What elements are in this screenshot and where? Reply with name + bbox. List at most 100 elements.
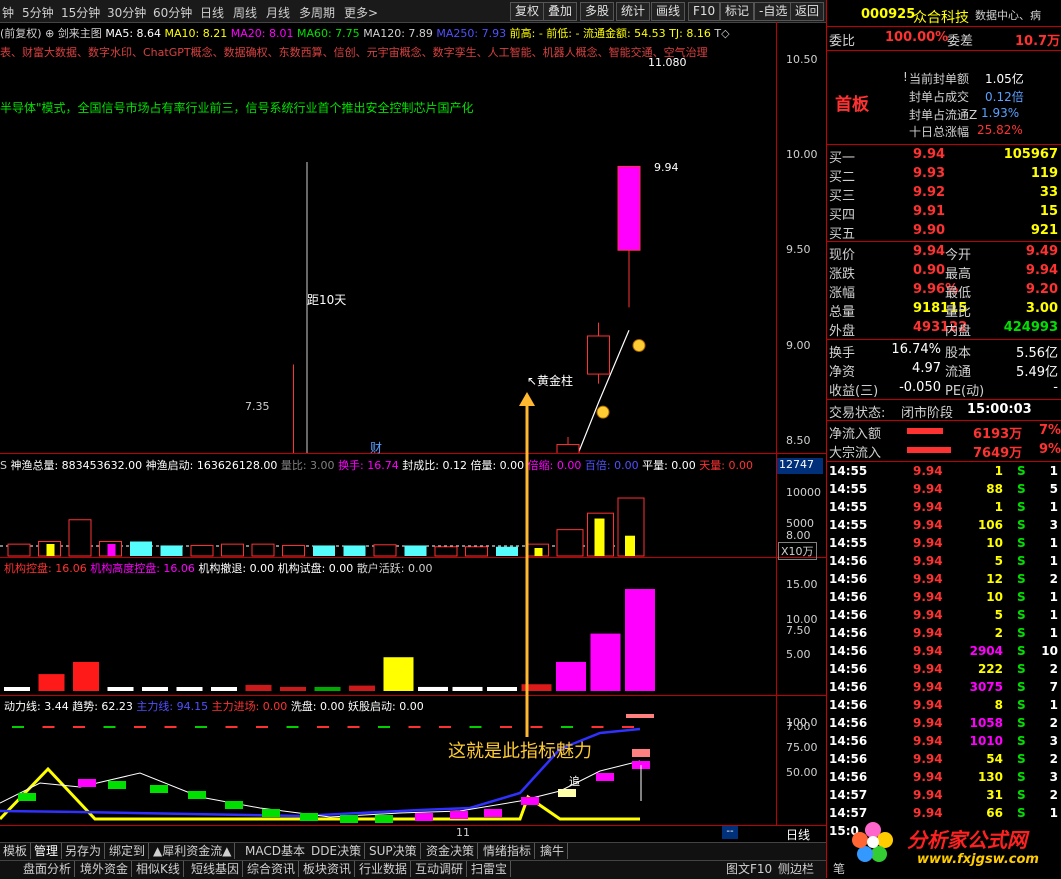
- tick-price: 9.94: [913, 662, 943, 676]
- statistics-button[interactable]: 统计: [616, 2, 651, 21]
- tab-bind[interactable]: 绑定到: [106, 843, 150, 859]
- period-30min[interactable]: 30分钟: [107, 4, 146, 21]
- quote-label: 总量: [829, 305, 856, 320]
- period-60min[interactable]: 60分钟: [153, 4, 192, 21]
- tick-time: 14:55: [829, 536, 868, 550]
- tick-volume: 1058: [969, 716, 1003, 730]
- period-indicator[interactable]: 日线: [786, 826, 810, 843]
- price-axis-label: 10.00: [786, 148, 818, 161]
- period-more[interactable]: 更多>: [344, 4, 378, 21]
- tab-f10-graphic[interactable]: 图文F10: [723, 861, 777, 877]
- period-15min[interactable]: 15分钟: [61, 4, 100, 21]
- tab-foreign-capital[interactable]: 境外资金: [77, 861, 133, 877]
- tick-row: 14:56 9.94 3075 S 7: [827, 679, 1061, 697]
- tab-money-flow[interactable]: ▲犀利资金流▲: [150, 843, 236, 859]
- tab-short-gene[interactable]: 短线基因: [188, 861, 244, 877]
- overlay-button[interactable]: 叠加: [543, 2, 578, 21]
- power-block: [225, 801, 243, 809]
- back-button[interactable]: 返回: [790, 2, 825, 21]
- period-5min[interactable]: 5分钟: [22, 4, 54, 21]
- power-block: [78, 779, 96, 787]
- pen-tool[interactable]: 笔: [833, 860, 845, 877]
- period-1min[interactable]: 钟: [2, 4, 14, 21]
- tick-price: 9.94: [913, 482, 943, 496]
- tab-interaction[interactable]: 互动调研: [412, 861, 468, 877]
- tick-time: 14:56: [829, 626, 868, 640]
- tick-row: 14:55 9.94 1 S 1: [827, 499, 1061, 517]
- tab-fund-decision[interactable]: 资金决策: [423, 843, 479, 859]
- volume-bar: [343, 545, 366, 556]
- quote-label: 涨跌: [829, 267, 856, 282]
- tab-save-as[interactable]: 另存为: [62, 843, 106, 859]
- volume-bar: [313, 545, 335, 556]
- tab-similar-k[interactable]: 相似K线: [133, 861, 184, 877]
- period-day[interactable]: 日线: [200, 4, 224, 21]
- tab-bull[interactable]: 擒牛: [537, 843, 569, 859]
- tick-time: 14:56: [829, 554, 868, 568]
- seal-turnover-label: 封单占成交: [909, 90, 970, 104]
- tab-news[interactable]: 综合资讯: [244, 861, 300, 877]
- tab-sup[interactable]: SUP决策: [366, 843, 421, 859]
- vol-seal-ratio: 封成比: 0.12: [402, 459, 467, 472]
- indicator-tabs: 模板 管理 另存为 绑定到 ▲犀利资金流▲ MACD基本 DDE决策 SUP决策…: [0, 842, 826, 860]
- power-block: [415, 813, 433, 821]
- multi-stock-button[interactable]: 多股: [580, 2, 615, 21]
- restore-rights-button[interactable]: 复权: [510, 2, 545, 21]
- tick-price: 9.94: [913, 752, 943, 766]
- tick-price: 9.94: [913, 590, 943, 604]
- inst-retreat: 机构撤退: 0.00: [198, 562, 275, 575]
- f10-button[interactable]: F10: [688, 2, 721, 21]
- tick-time: 14:56: [829, 698, 868, 712]
- data-center-link[interactable]: 数据中心、病: [975, 7, 1041, 23]
- tick-row: 14:55 9.94 1 S 1: [827, 463, 1061, 481]
- power-block: [300, 813, 318, 821]
- volume-bar: [251, 543, 275, 557]
- period-month[interactable]: 月线: [266, 4, 290, 21]
- volume-bar: [160, 545, 183, 556]
- volume-unit-label: X10万: [778, 542, 817, 560]
- buy-signal-icon: [632, 339, 646, 352]
- power-chart[interactable]: [0, 713, 776, 825]
- institution-bar: [280, 686, 306, 691]
- institution-indicator-bar: 机构控盘: 16.06 机构高度控盘: 16.06 机构撤退: 0.00 机构试…: [4, 560, 433, 576]
- draw-line-button[interactable]: 画线: [651, 2, 686, 21]
- candle-body: [587, 335, 610, 375]
- tick-row: 14:56 9.94 12 S 2: [827, 571, 1061, 589]
- tick-row: 14:56 9.94 5 S 1: [827, 553, 1061, 571]
- tick-row: 14:56 9.94 5 S 1: [827, 607, 1061, 625]
- institution-bar: [590, 633, 621, 691]
- tab-macd[interactable]: MACD基本: [242, 843, 309, 859]
- power-wash: 洗盘: 0.00: [290, 700, 345, 713]
- bid-row: 买一 9.94 105967: [827, 146, 1061, 166]
- institution-chart[interactable]: [0, 575, 776, 695]
- quote-value: 9.94: [1025, 263, 1058, 278]
- fundamental-value: 16.74%: [891, 342, 941, 357]
- self-select-button[interactable]: -自选: [754, 2, 793, 21]
- tick-price: 9.94: [913, 770, 943, 784]
- mark-button[interactable]: 标记: [720, 2, 755, 21]
- power-block: [108, 781, 126, 789]
- power-axis-100: 100.0: [786, 716, 818, 729]
- tab-dde[interactable]: DDE决策: [308, 843, 366, 859]
- fundamental-value: -: [1053, 380, 1058, 395]
- tab-sentiment[interactable]: 情绪指标: [480, 843, 536, 859]
- quote-label: 现价: [829, 248, 856, 263]
- tab-mine-sweeper[interactable]: 扫雷宝: [468, 861, 512, 877]
- fundamental-label: 净资: [829, 365, 856, 380]
- candlestick-chart[interactable]: [0, 22, 776, 453]
- tab-manage[interactable]: 管理: [31, 843, 63, 859]
- tab-sidebar[interactable]: 侧边栏: [775, 861, 818, 877]
- tab-market-analysis[interactable]: 盘面分析: [20, 861, 76, 877]
- period-multi[interactable]: 多周期: [299, 4, 335, 21]
- quote-value: 424993: [1003, 320, 1058, 335]
- tab-sector-news[interactable]: 板块资讯: [300, 861, 356, 877]
- trade-time: 15:00:03: [967, 402, 1032, 417]
- volume-chart[interactable]: [0, 472, 776, 557]
- tab-template[interactable]: 模板: [0, 843, 32, 859]
- tick-count: 1: [1049, 590, 1058, 604]
- power-line: 动力线: 3.44: [4, 700, 69, 713]
- tab-industry-data[interactable]: 行业数据: [356, 861, 412, 877]
- period-week[interactable]: 周线: [233, 4, 257, 21]
- scroll-marker[interactable]: --: [722, 826, 738, 839]
- power-block: [262, 809, 280, 817]
